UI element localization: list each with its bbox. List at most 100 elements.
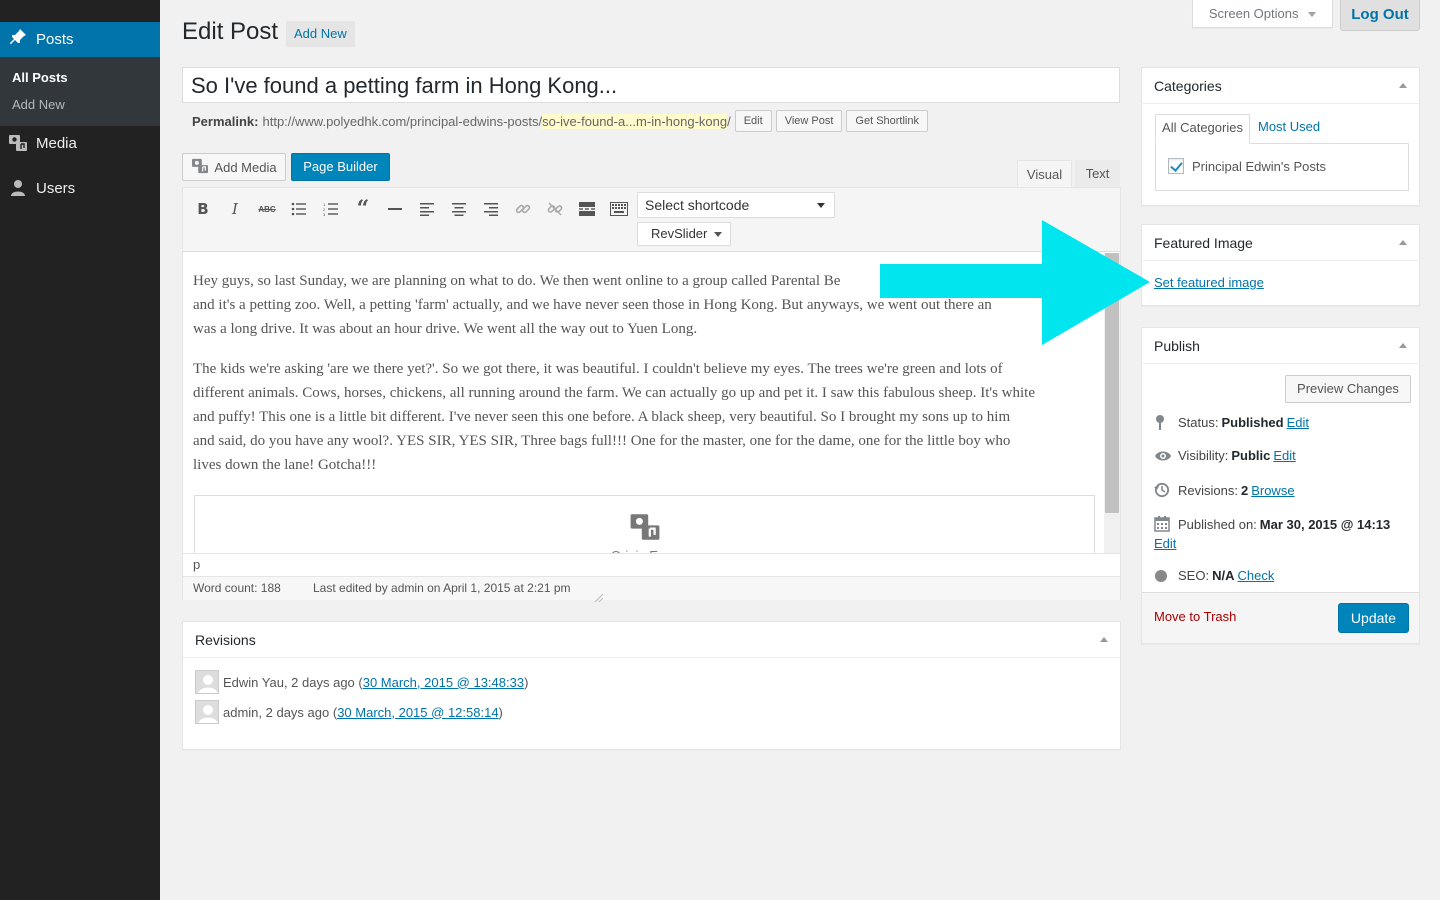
get-shortlink-button[interactable]: Get Shortlink: [846, 110, 928, 132]
pin-icon: [1154, 414, 1178, 430]
link-icon[interactable]: [510, 199, 536, 219]
page-builder-button[interactable]: Page Builder: [291, 153, 390, 181]
visibility-edit-link[interactable]: Edit: [1273, 448, 1295, 463]
revisions-box: Revisions Edwin Yau, 2 days ago (30 Marc…: [182, 621, 1121, 750]
editor-scrollbar[interactable]: [1104, 253, 1120, 553]
italic-icon[interactable]: I: [222, 199, 248, 219]
align-left-icon[interactable]: [414, 199, 440, 219]
shortcode-select-value: Select shortcode: [645, 197, 750, 213]
toggle-arrow-icon[interactable]: [1399, 343, 1407, 348]
svg-text:3: 3: [323, 212, 326, 216]
add-media-button[interactable]: Add Media: [182, 153, 286, 181]
revisions-count: 2: [1240, 482, 1249, 498]
sidebar-item-label: Posts: [36, 31, 74, 48]
media-icon: [191, 158, 209, 177]
revisions-header[interactable]: Revisions: [183, 622, 1120, 658]
text-line: The kids we're asking 'are we there yet?…: [193, 361, 1003, 377]
bold-icon[interactable]: B: [190, 199, 216, 219]
text-line: and it's a petting zoo. Well, a petting …: [193, 297, 992, 313]
visibility-value: Public: [1231, 448, 1271, 463]
sidebar-item-label: Users: [36, 179, 76, 197]
permalink-label: Permalink:: [192, 113, 259, 129]
revisions-label: Revisions:: [1178, 482, 1238, 498]
featured-image-header[interactable]: Featured Image: [1142, 225, 1419, 261]
screen-options-button[interactable]: Screen Options: [1192, 0, 1333, 28]
sidebar-item-posts[interactable]: Posts: [0, 22, 160, 57]
set-featured-image-link[interactable]: Set featured image: [1154, 275, 1264, 290]
revslider-label: RevSlider: [651, 226, 708, 241]
text-line: and said, do you have any wool?. YES SIR…: [193, 433, 1011, 449]
browse-revisions-link[interactable]: Browse: [1251, 483, 1294, 498]
preview-changes-button[interactable]: Preview Changes: [1285, 375, 1411, 403]
read-more-icon[interactable]: [574, 199, 600, 219]
user-icon: [0, 179, 36, 197]
sidebar-item-media[interactable]: Media: [0, 126, 160, 160]
published-on-row: Published on: Mar 30, 2015 @ 14:13: [1154, 516, 1393, 532]
scrollbar-thumb[interactable]: [1105, 253, 1119, 513]
permalink-base: http://www.polyedhk.com/principal-edwins…: [262, 113, 543, 129]
text-line: was a long drive. It was about an hour d…: [193, 321, 698, 337]
text-line: Hey guys, so last Sunday, we are plannin…: [193, 273, 841, 289]
log-out-button[interactable]: Log Out: [1340, 0, 1420, 31]
strikethrough-icon[interactable]: ABC: [254, 199, 280, 219]
add-new-button[interactable]: Add New: [286, 21, 355, 47]
categories-box: Categories All Categories Most Used Prin…: [1141, 67, 1420, 206]
history-icon: [1154, 482, 1178, 498]
revision-item: admin, 2 days ago (30 March, 2015 @ 12:5…: [195, 700, 503, 724]
view-post-button[interactable]: View Post: [775, 110, 843, 132]
published-on-edit-link[interactable]: Edit: [1154, 536, 1176, 551]
revslider-button[interactable]: RevSlider: [637, 222, 731, 246]
numbered-list-icon[interactable]: 123: [318, 199, 344, 219]
publish-header[interactable]: Publish: [1142, 328, 1419, 364]
move-to-trash-link[interactable]: Move to Trash: [1154, 609, 1236, 624]
published-on-value: Mar 30, 2015 @ 14:13: [1259, 516, 1391, 532]
edit-permalink-button[interactable]: Edit: [734, 110, 772, 132]
editor-content[interactable]: Hey guys, so last Sunday, we are plannin…: [183, 253, 1120, 553]
submenu-add-new[interactable]: Add New: [12, 97, 65, 112]
post-title-input[interactable]: So I've found a petting farm in Hong Kon…: [182, 67, 1120, 103]
calendar-icon: [1154, 516, 1178, 532]
align-right-icon[interactable]: [478, 199, 504, 219]
media-icon: [0, 134, 36, 152]
categories-header[interactable]: Categories: [1142, 68, 1419, 104]
revision-item: Edwin Yau, 2 days ago (30 March, 2015 @ …: [195, 670, 528, 694]
text-line: different animals. Cows, horses, chicken…: [193, 385, 1035, 401]
resize-handle-icon[interactable]: [593, 587, 604, 610]
checkbox-checked[interactable]: [1168, 158, 1184, 174]
blockquote-icon[interactable]: “: [350, 196, 376, 222]
revisions-title: Revisions: [195, 632, 256, 648]
last-edited: Last edited by admin on April 1, 2015 at…: [313, 581, 571, 595]
paragraph-2: The kids we're asking 'are we there yet?…: [193, 357, 1098, 477]
update-button[interactable]: Update: [1338, 603, 1409, 633]
tab-all-categories[interactable]: All Categories: [1155, 114, 1250, 144]
embed-error-text: Origin Error: [195, 544, 1094, 553]
revision-link[interactable]: 30 March, 2015 @ 13:48:33: [363, 675, 524, 690]
add-media-label: Add Media: [214, 159, 277, 175]
seo-check-link[interactable]: Check: [1237, 568, 1274, 583]
sidebar-item-users[interactable]: Users: [0, 171, 160, 205]
shortcode-select[interactable]: Select shortcode: [637, 192, 835, 218]
status-edit-link[interactable]: Edit: [1287, 415, 1309, 430]
submenu-all-posts[interactable]: All Posts: [12, 70, 68, 85]
align-center-icon[interactable]: [446, 199, 472, 219]
embed-placeholder[interactable]: Origin Error: [194, 495, 1095, 553]
visibility-label: Visibility:: [1178, 448, 1229, 463]
tab-most-used[interactable]: Most Used: [1258, 114, 1338, 142]
toggle-arrow-icon[interactable]: [1399, 83, 1407, 88]
screen-options-label: Screen Options: [1208, 6, 1299, 21]
horizontal-line-icon[interactable]: [382, 199, 408, 219]
unlink-icon[interactable]: [542, 199, 568, 219]
toggle-arrow-icon[interactable]: [1100, 637, 1108, 642]
tab-text[interactable]: Text: [1075, 160, 1120, 187]
revision-link[interactable]: 30 March, 2015 @ 12:58:14: [337, 705, 498, 720]
tab-visual[interactable]: Visual: [1017, 160, 1072, 187]
permalink-end: /: [727, 113, 731, 129]
posts-submenu: All Posts Add New: [0, 57, 160, 126]
permalink-slug[interactable]: so-ive-found-a...m-in-hong-kong: [542, 113, 728, 129]
toggle-arrow-icon[interactable]: [1399, 240, 1407, 245]
toolbar-toggle-icon[interactable]: [606, 199, 632, 219]
category-item[interactable]: Principal Edwin's Posts: [1168, 158, 1326, 174]
bullet-list-icon[interactable]: [286, 199, 312, 219]
seo-value: N/A: [1212, 568, 1235, 583]
category-checklist: Principal Edwin's Posts: [1155, 143, 1409, 191]
